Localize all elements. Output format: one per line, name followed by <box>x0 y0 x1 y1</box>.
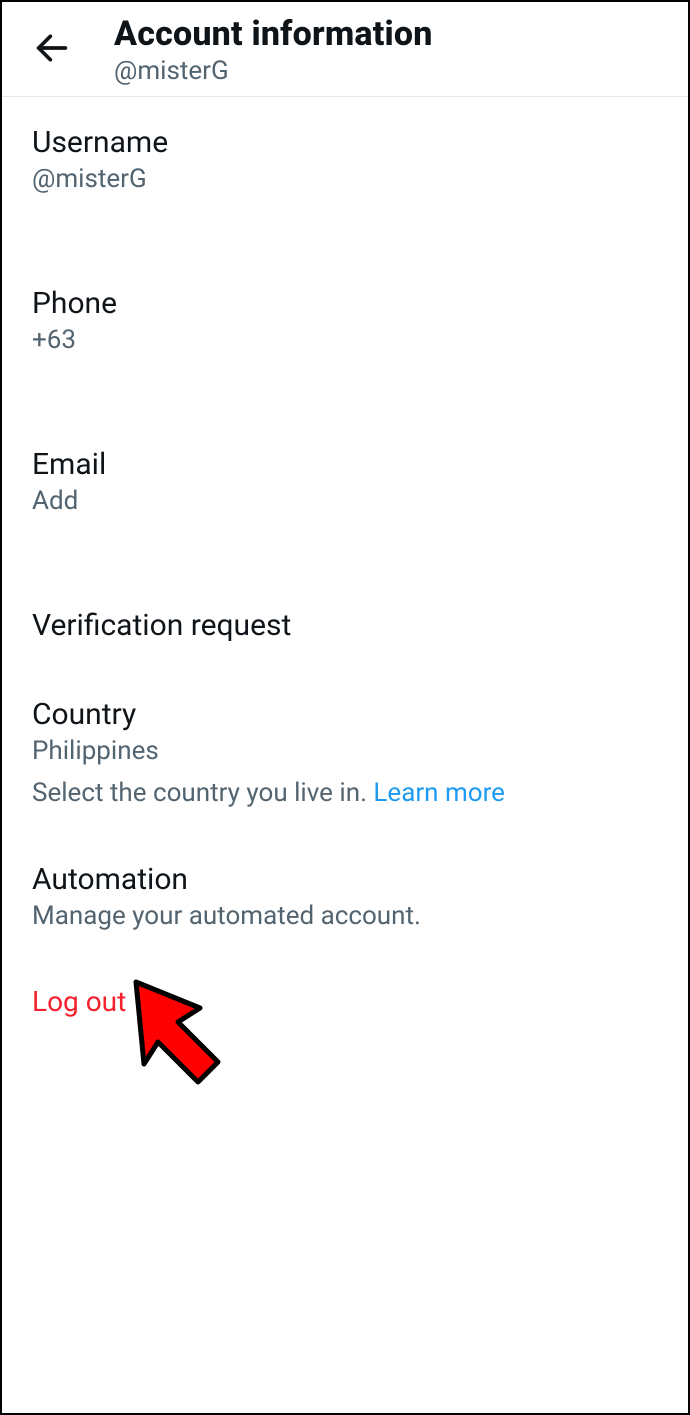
header-text: Account information @misterG <box>114 12 433 86</box>
automation-label: Automation <box>32 862 658 897</box>
country-help-text: Select the country you live in. Learn mo… <box>32 778 658 808</box>
header: Account information @misterG <box>2 2 688 97</box>
phone-label: Phone <box>32 286 658 321</box>
country-label: Country <box>32 697 658 732</box>
phone-item[interactable]: Phone +63 <box>32 286 658 355</box>
email-item[interactable]: Email Add <box>32 447 658 516</box>
automation-item[interactable]: Automation Manage your automated account… <box>32 862 658 931</box>
learn-more-link[interactable]: Learn more <box>373 778 505 808</box>
country-item[interactable]: Country Philippines <box>32 697 658 766</box>
country-value: Philippines <box>32 736 658 766</box>
username-value: @misterG <box>32 164 658 194</box>
account-information-screen: Account information @misterG Username @m… <box>0 0 690 1415</box>
verification-label: Verification request <box>32 608 658 643</box>
country-help: Select the country you live in. <box>32 778 373 808</box>
email-label: Email <box>32 447 658 482</box>
automation-value: Manage your automated account. <box>32 901 658 931</box>
logout-button[interactable]: Log out <box>32 985 658 1018</box>
username-label: Username <box>32 125 658 160</box>
header-subtitle: @misterG <box>114 56 433 86</box>
page-title: Account information <box>114 14 433 54</box>
arrow-left-icon <box>32 28 72 71</box>
verification-item[interactable]: Verification request <box>32 608 658 643</box>
username-item[interactable]: Username @misterG <box>32 125 658 194</box>
content: Username @misterG Phone +63 Email Add Ve… <box>2 97 688 1018</box>
email-value: Add <box>32 486 658 516</box>
back-button[interactable] <box>16 13 88 85</box>
phone-value: +63 <box>32 325 658 355</box>
